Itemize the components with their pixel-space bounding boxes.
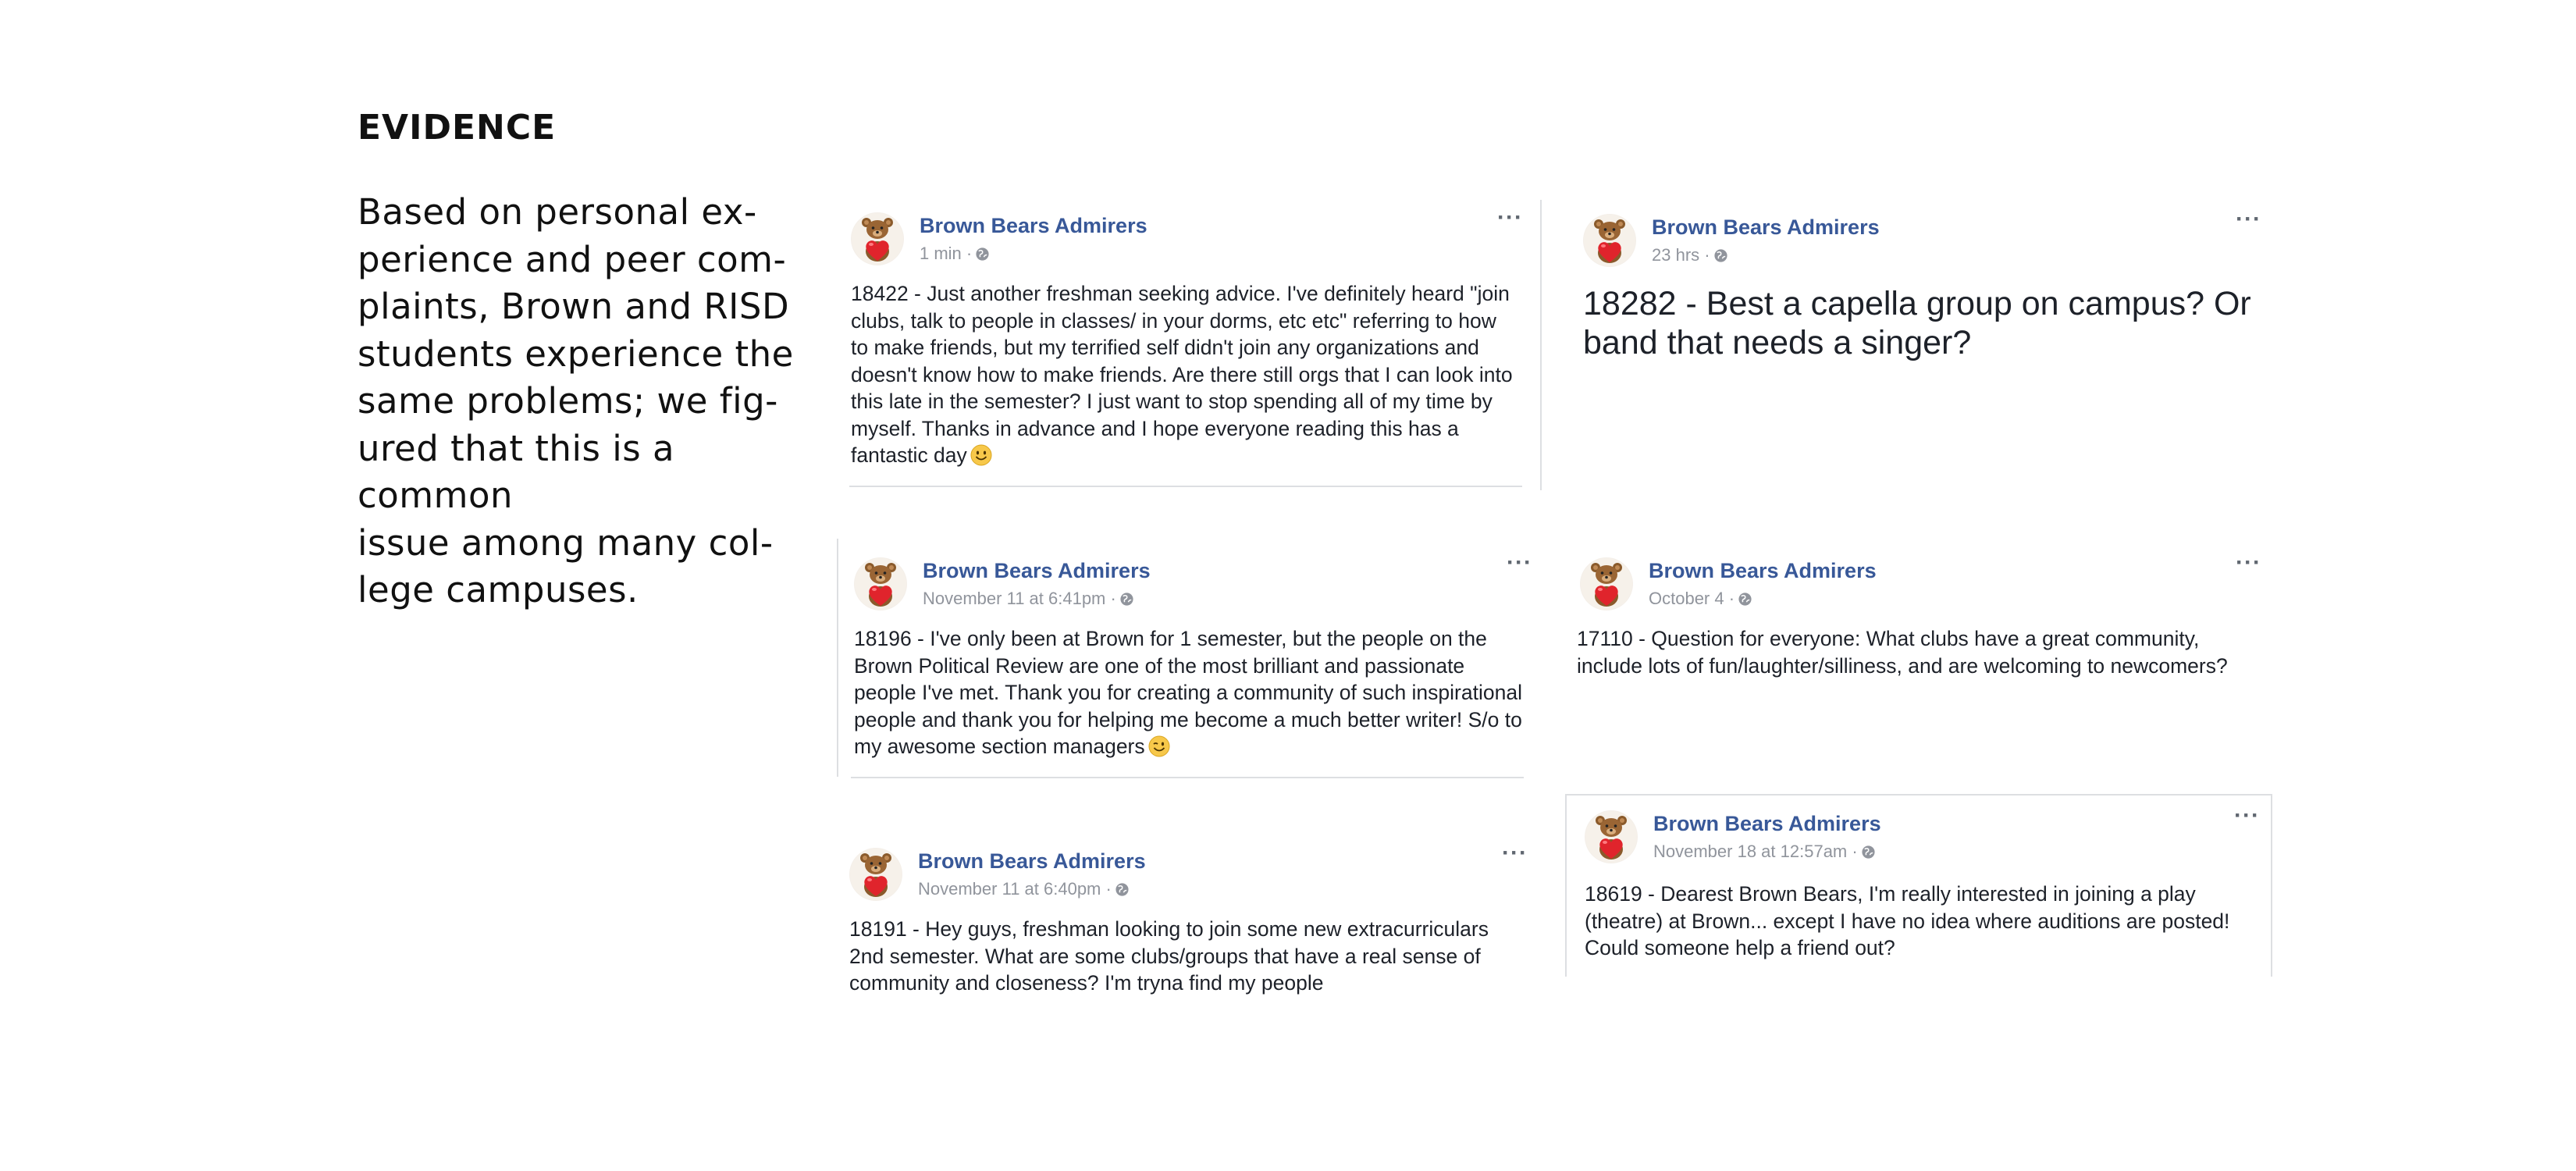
post-line: doesn't know how to make friends. Are th… bbox=[851, 362, 1513, 386]
post-divider bbox=[1540, 200, 1542, 490]
post-line: 18422 - Just another freshman seeking ad… bbox=[851, 282, 1510, 305]
post-divider bbox=[849, 486, 1522, 487]
post-line: my awesome section managers bbox=[854, 733, 1522, 760]
post-line: (theatre) at Brown... except I have no i… bbox=[1585, 909, 2230, 933]
intro-paragraph: Based on personal ex- perience and peer … bbox=[358, 189, 810, 614]
intro-line: students experience the bbox=[358, 333, 794, 375]
post-timestamp[interactable]: November 18 at 12:57am · bbox=[1653, 842, 1876, 862]
post-body: 18282 - Best a capella group on campus? … bbox=[1583, 284, 2251, 362]
page-avatar[interactable] bbox=[1580, 557, 1633, 610]
post-card: Brown Bears Admirers November 11 at 6:41… bbox=[854, 551, 1533, 768]
timestamp-text: November 18 at 12:57am · bbox=[1653, 842, 1858, 861]
post-line: to make friends, but my terrified self d… bbox=[851, 336, 1479, 359]
post-line: people I've met. Thank you for creating … bbox=[854, 681, 1522, 704]
page-name-link[interactable]: Brown Bears Admirers bbox=[1652, 215, 1880, 240]
post-line-text: fantastic day bbox=[851, 443, 967, 467]
page-name-link[interactable]: Brown Bears Admirers bbox=[1653, 812, 1881, 836]
page-name-link[interactable]: Brown Bears Admirers bbox=[918, 849, 1146, 874]
page-avatar[interactable] bbox=[1585, 810, 1638, 863]
post-body: 18619 - Dearest Brown Bears, I'm really … bbox=[1585, 881, 2229, 962]
post-line: 18282 - Best a capella group on campus? … bbox=[1583, 285, 2251, 322]
page-avatar[interactable] bbox=[1583, 214, 1636, 267]
post-line: 18619 - Dearest Brown Bears, I'm really … bbox=[1585, 882, 2196, 906]
post-body: 18191 - Hey guys, freshman looking to jo… bbox=[849, 916, 1489, 997]
page-avatar[interactable] bbox=[854, 557, 907, 610]
intro-line: lege campuses. bbox=[358, 569, 639, 610]
post-card: Brown Bears Admirers 23 hrs · ··· 18282 … bbox=[1583, 208, 2270, 370]
timestamp-text: 23 hrs · bbox=[1652, 245, 1710, 265]
post-line: include lots of fun/laughter/silliness, … bbox=[1577, 653, 2228, 678]
intro-line: issue among many col- bbox=[358, 521, 774, 564]
post-card: Brown Bears Admirers November 11 at 6:40… bbox=[849, 842, 1528, 1004]
smile-emoji-icon bbox=[970, 444, 992, 466]
timestamp-text: 1 min · bbox=[920, 244, 973, 263]
page-name-link[interactable]: Brown Bears Admirers bbox=[1649, 559, 1877, 583]
more-options-icon[interactable]: ··· bbox=[1502, 842, 1528, 865]
more-options-icon[interactable]: ··· bbox=[1497, 206, 1523, 230]
intro-line: ured that this is a common bbox=[358, 427, 675, 517]
page-name-link[interactable]: Brown Bears Admirers bbox=[920, 214, 1147, 238]
globe-icon bbox=[1119, 591, 1134, 606]
post-line: myself. Thanks in advance and I hope eve… bbox=[851, 416, 1459, 440]
page-name-link[interactable]: Brown Bears Admirers bbox=[923, 559, 1151, 583]
more-options-icon[interactable]: ··· bbox=[2234, 804, 2260, 828]
post-line: this late in the semester? I just want t… bbox=[851, 390, 1493, 413]
post-divider bbox=[851, 777, 1524, 778]
globe-icon bbox=[1861, 844, 1876, 859]
post-line: Brown Political Review are one of the mo… bbox=[854, 653, 1465, 678]
globe-icon bbox=[1738, 591, 1752, 606]
globe-icon bbox=[1713, 247, 1728, 262]
post-timestamp[interactable]: 1 min · bbox=[920, 244, 990, 264]
globe-icon bbox=[1115, 881, 1130, 896]
timestamp-text: November 11 at 6:40pm · bbox=[918, 879, 1112, 899]
post-line: 18196 - I've only been at Brown for 1 se… bbox=[854, 627, 1487, 650]
more-options-icon[interactable]: ··· bbox=[2236, 551, 2261, 575]
post-timestamp[interactable]: October 4 · bbox=[1649, 589, 1752, 609]
post-line: community and closeness? I'm tryna find … bbox=[849, 971, 1324, 995]
post-card: Brown Bears Admirers 1 min · ··· 18422 -… bbox=[851, 206, 1530, 478]
more-options-icon[interactable]: ··· bbox=[1507, 551, 1532, 575]
intro-line: perience and peer com- bbox=[358, 238, 787, 280]
post-line: clubs, talk to people in classes/ in you… bbox=[851, 308, 1496, 333]
intro-line: plaints, Brown and RISD bbox=[358, 286, 790, 327]
more-options-icon[interactable]: ··· bbox=[2236, 208, 2261, 231]
timestamp-text: November 11 at 6:41pm · bbox=[923, 589, 1116, 608]
section-heading: EVIDENCE bbox=[358, 108, 557, 148]
page-avatar[interactable] bbox=[849, 848, 902, 901]
post-body: 17110 - Question for everyone: What club… bbox=[1577, 625, 2228, 679]
post-line: people and thank you for helping me beco… bbox=[854, 707, 1522, 731]
post-line: Could someone help a friend out? bbox=[1585, 936, 1895, 959]
post-line: 17110 - Question for everyone: What club… bbox=[1577, 627, 2200, 650]
post-divider bbox=[837, 539, 838, 777]
post-line: band that needs a singer? bbox=[1583, 324, 1972, 361]
post-body: 18422 - Just another freshman seeking ad… bbox=[851, 280, 1513, 469]
globe-icon bbox=[975, 246, 990, 261]
intro-line: Based on personal ex- bbox=[358, 191, 757, 233]
post-timestamp[interactable]: November 11 at 6:41pm · bbox=[923, 589, 1134, 609]
post-body: 18196 - I've only been at Brown for 1 se… bbox=[854, 625, 1522, 760]
post-card: Brown Bears Admirers November 18 at 12:5… bbox=[1585, 804, 2261, 966]
page-avatar[interactable] bbox=[851, 212, 904, 265]
post-line: 18191 - Hey guys, freshman looking to jo… bbox=[849, 917, 1489, 941]
post-line: 2nd semester. What are some clubs/groups… bbox=[849, 944, 1481, 968]
post-line-text: my awesome section managers bbox=[854, 735, 1145, 758]
intro-line: same problems; we fig- bbox=[358, 380, 778, 422]
post-timestamp[interactable]: 23 hrs · bbox=[1652, 245, 1728, 265]
timestamp-text: October 4 · bbox=[1649, 589, 1735, 608]
post-card: Brown Bears Admirers October 4 · ··· 171… bbox=[1577, 551, 2267, 698]
post-timestamp[interactable]: November 11 at 6:40pm · bbox=[918, 879, 1130, 899]
post-line: fantastic day bbox=[851, 442, 1513, 469]
wink-emoji-icon bbox=[1148, 735, 1170, 757]
